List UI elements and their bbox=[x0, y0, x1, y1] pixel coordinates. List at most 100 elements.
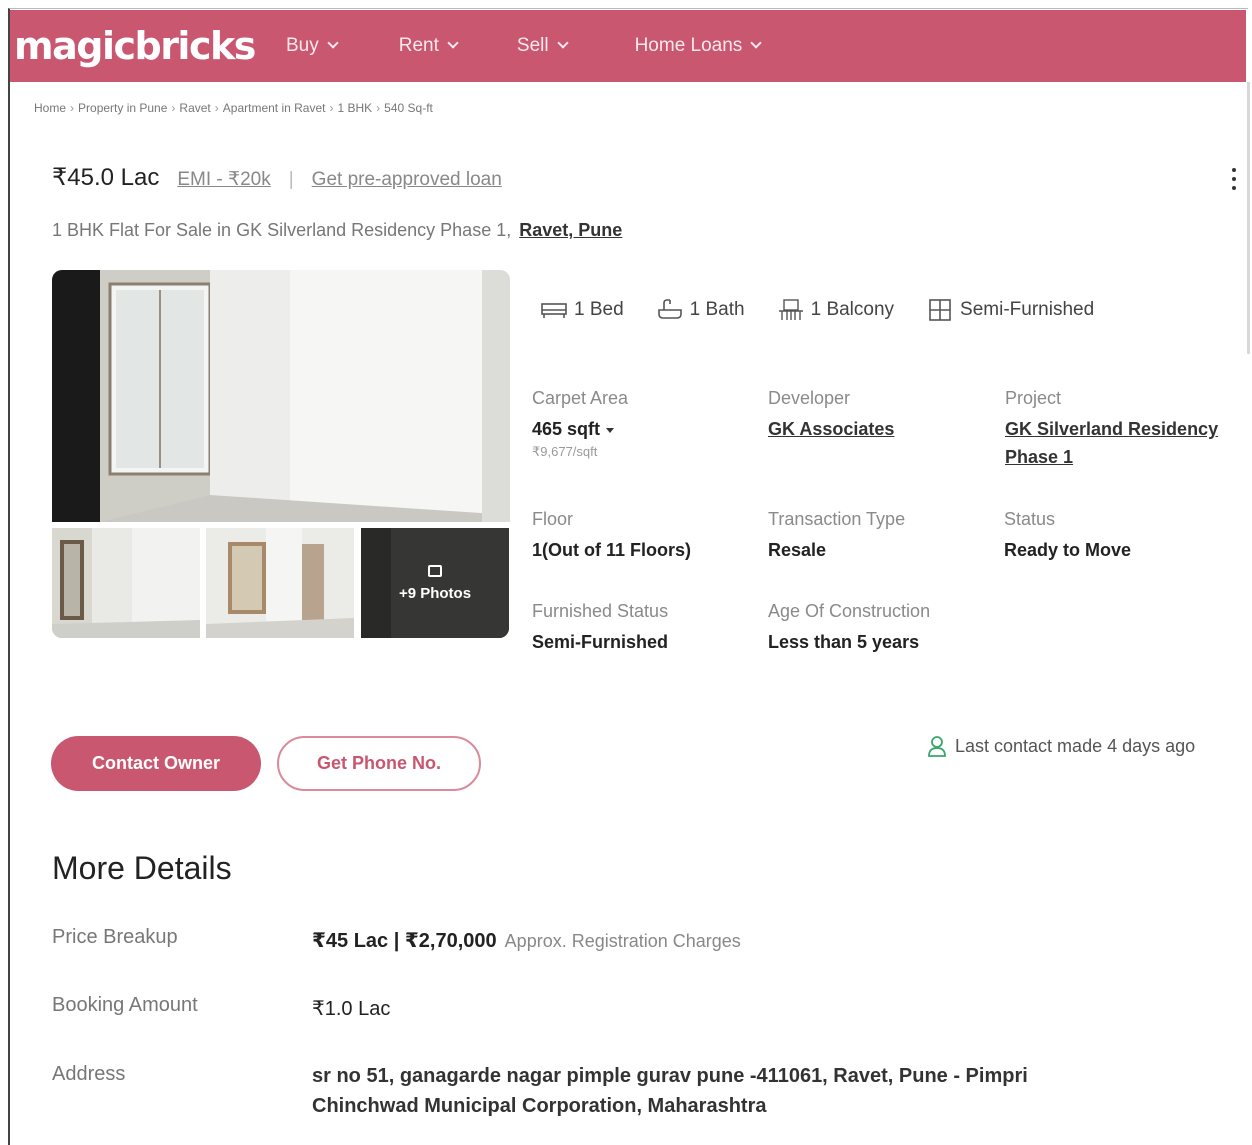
bath-icon bbox=[657, 299, 682, 319]
fact-furnished-status: Furnished Status Semi-Furnished bbox=[532, 601, 668, 653]
breadcrumb-separator: › bbox=[329, 101, 334, 115]
listing-title: 1 BHK Flat For Sale in GK Silverland Res… bbox=[52, 220, 622, 241]
developer-link[interactable]: GK Associates bbox=[768, 415, 894, 443]
more-photos-overlay[interactable]: +9 Photos bbox=[361, 528, 509, 638]
fact-label: Project bbox=[1005, 388, 1062, 408]
chevron-down-icon bbox=[447, 37, 459, 49]
scrollbar[interactable] bbox=[1247, 82, 1250, 354]
nav-sell[interactable]: Sell bbox=[516, 35, 569, 57]
bed-icon bbox=[541, 303, 567, 318]
carpet-area-value: 465 sqft bbox=[532, 419, 601, 439]
nav-sell-label: Sell bbox=[516, 35, 549, 56]
fact-value: 1(Out of 11 Floors) bbox=[532, 540, 692, 560]
address-label: Address bbox=[52, 1063, 126, 1085]
amenity-bath: 1 Bath bbox=[656, 298, 745, 322]
address-line-1: sr no 51, ganagarde nagar pimple gurav p… bbox=[312, 1065, 1028, 1087]
balcony-icon bbox=[778, 299, 803, 320]
photo-thumbnail[interactable] bbox=[206, 528, 354, 638]
listing-title-text: 1 BHK Flat For Sale in GK Silverland Res… bbox=[52, 220, 512, 240]
fact-label: Furnished Status bbox=[532, 601, 669, 621]
emi-link[interactable]: EMI - ₹20k bbox=[177, 168, 270, 191]
divider: | bbox=[288, 169, 294, 190]
user-icon bbox=[928, 736, 946, 757]
fact-carpet-area: Carpet Area 465 sqft ₹9,677/sqft bbox=[532, 388, 628, 460]
nav-home-loans-label: Home Loans bbox=[634, 35, 743, 56]
fact-value: Semi-Furnished bbox=[532, 632, 669, 652]
furnishing-icon bbox=[929, 299, 951, 321]
address-value: sr no 51, ganagarde nagar pimple gurav p… bbox=[312, 1061, 1172, 1121]
fact-label: Floor bbox=[532, 509, 574, 529]
nav-rent-label: Rent bbox=[398, 35, 439, 56]
breadcrumb: Home › Property in Pune › Ravet › Apartment… bbox=[34, 101, 433, 115]
fact-status: Status Ready to Move bbox=[1004, 509, 1131, 561]
fact-developer: Developer GK Associates bbox=[768, 388, 894, 443]
amenity-bed-label: 1 Bed bbox=[574, 299, 624, 320]
fact-value: Ready to Move bbox=[1004, 540, 1132, 560]
chevron-down-icon bbox=[750, 37, 762, 49]
fact-transaction-type: Transaction Type Resale bbox=[768, 509, 905, 561]
breadcrumb-size: 540 Sq-ft bbox=[384, 101, 433, 115]
breadcrumb-1bhk[interactable]: 1 BHK bbox=[337, 101, 372, 115]
contact-owner-button[interactable]: Contact Owner bbox=[51, 736, 261, 791]
last-contact-text: Last contact made 4 days ago bbox=[955, 735, 1196, 756]
fact-label: Transaction Type bbox=[768, 509, 906, 529]
nav-buy[interactable]: Buy bbox=[286, 35, 339, 57]
project-link-line1: GK Silverland Residency bbox=[1005, 419, 1219, 439]
price-breakup-label: Price Breakup bbox=[52, 926, 178, 948]
more-options-icon[interactable] bbox=[1232, 168, 1238, 190]
last-contact-info: Last contact made 4 days ago bbox=[927, 735, 1195, 757]
nav-home-loans[interactable]: Home Loans bbox=[634, 35, 762, 57]
fact-label: Carpet Area bbox=[532, 388, 629, 408]
amenity-balcony-label: 1 Balcony bbox=[810, 299, 895, 320]
caret-down-icon bbox=[606, 427, 615, 433]
fact-value: Less than 5 years bbox=[768, 632, 920, 652]
chevron-down-icon bbox=[556, 37, 569, 49]
booking-amount-value: ₹1.0 Lac bbox=[312, 998, 391, 1020]
nav-buy-label: Buy bbox=[286, 35, 319, 56]
fact-value: Resale bbox=[768, 540, 827, 560]
price-breakup-value: ₹45 Lac | ₹2,70,000 Approx. Registration … bbox=[312, 928, 741, 953]
project-link[interactable]: GK Silverland Residency Phase 1 bbox=[1005, 415, 1218, 471]
amenities-row: 1 Bed 1 Bath 1 Balcony Semi-Furnished bbox=[540, 298, 1094, 322]
nav-rent[interactable]: Rent bbox=[398, 35, 459, 57]
pre-approved-loan-link[interactable]: Get pre-approved loan bbox=[312, 169, 502, 191]
breadcrumb-apartment-in-ravet[interactable]: Apartment in Ravet bbox=[223, 101, 326, 115]
breadcrumb-separator: › bbox=[70, 101, 75, 115]
image-icon bbox=[428, 564, 442, 577]
main-property-photo[interactable] bbox=[52, 270, 510, 522]
listing-price: ₹45.0 Lac bbox=[52, 164, 160, 191]
price-per-sqft: ₹9,677/sqft bbox=[532, 444, 598, 459]
location-link[interactable]: Ravet, Pune bbox=[519, 220, 622, 240]
breadcrumb-home[interactable]: Home bbox=[34, 101, 66, 115]
get-phone-button[interactable]: Get Phone No. bbox=[277, 736, 481, 791]
more-photos-label: +9 Photos bbox=[398, 584, 472, 602]
breadcrumb-separator: › bbox=[214, 101, 219, 115]
amenity-balcony: 1 Balcony bbox=[777, 298, 894, 322]
project-link-line2: Phase 1 bbox=[1005, 447, 1074, 467]
address-line-2: Chinchwad Municipal Corporation, Maharas… bbox=[312, 1095, 767, 1117]
fact-age-of-construction: Age Of Construction Less than 5 years bbox=[768, 601, 930, 653]
price-breakup-amounts: ₹45 Lac | ₹2,70,000 bbox=[312, 930, 497, 952]
fact-value[interactable]: 465 sqft bbox=[532, 419, 628, 440]
fact-label: Age Of Construction bbox=[768, 601, 931, 621]
fact-project: Project GK Silverland Residency Phase 1 bbox=[1005, 388, 1218, 471]
booking-amount-label: Booking Amount bbox=[52, 994, 198, 1016]
fact-label: Status bbox=[1004, 509, 1056, 529]
breadcrumb-ravet[interactable]: Ravet bbox=[179, 101, 210, 115]
top-navbar: magicbricks Buy Rent Sell Home Loans bbox=[10, 10, 1246, 82]
chevron-down-icon bbox=[327, 37, 339, 49]
photo-thumbnail[interactable] bbox=[52, 528, 200, 638]
breadcrumb-separator: › bbox=[376, 101, 381, 115]
price-breakup-note: Approx. Registration Charges bbox=[504, 931, 741, 951]
breadcrumb-separator: › bbox=[171, 101, 176, 115]
amenity-furnishing: Semi-Furnished bbox=[926, 298, 1094, 322]
fact-floor: Floor 1(Out of 11 Floors) bbox=[532, 509, 691, 561]
more-details-heading: More Details bbox=[52, 850, 232, 886]
breadcrumb-property-in-pune[interactable]: Property in Pune bbox=[78, 101, 167, 115]
amenity-bath-label: 1 Bath bbox=[689, 299, 745, 320]
amenity-furnishing-label: Semi-Furnished bbox=[960, 299, 1095, 320]
price-row: ₹45.0 Lac EMI - ₹20k | Get pre-approved … bbox=[52, 163, 502, 192]
photo-thumbnail-more[interactable]: +9 Photos bbox=[361, 528, 509, 638]
amenity-bed: 1 Bed bbox=[540, 298, 624, 322]
magicbricks-logo[interactable]: magicbricks bbox=[14, 24, 272, 68]
